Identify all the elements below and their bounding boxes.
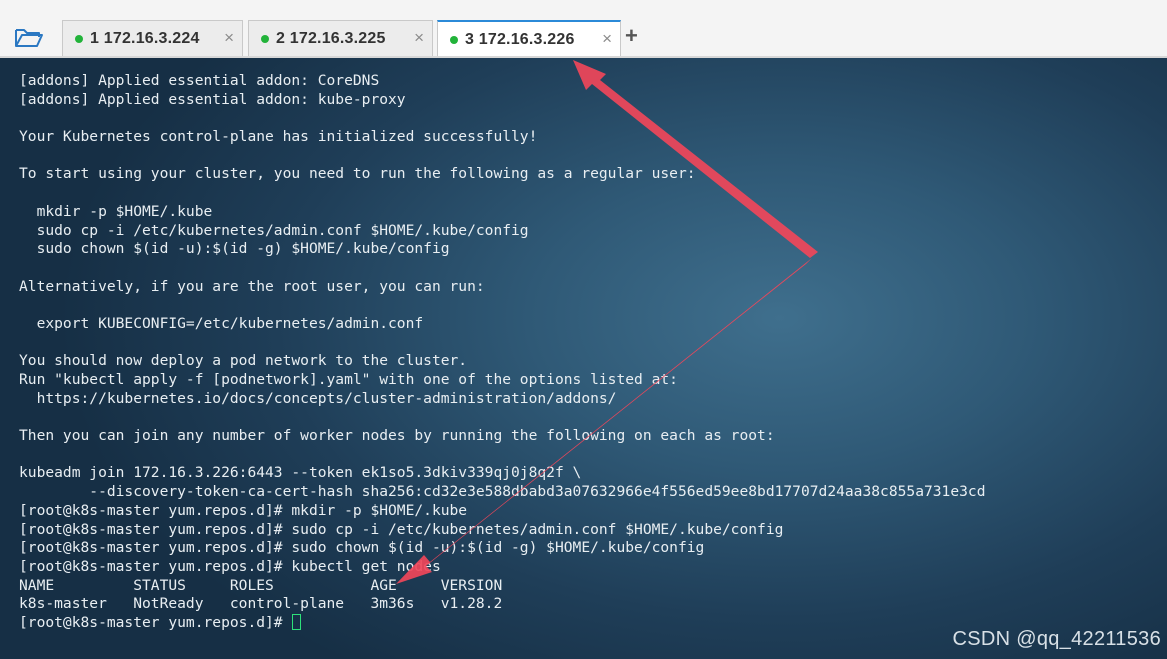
terminal-line: [addons] Applied essential addon: kube-p… <box>19 90 406 108</box>
folder-open-icon[interactable] <box>14 26 44 50</box>
terminal-line: mkdir -p $HOME/.kube <box>19 202 213 220</box>
terminal-line: To start using your cluster, you need to… <box>19 165 696 183</box>
terminal-line: sudo cp -i /etc/kubernetes/admin.conf $H… <box>19 221 529 239</box>
tab-session-3[interactable]: 3 172.16.3.226 × <box>437 20 621 57</box>
add-tab-button[interactable]: + <box>625 25 638 47</box>
terminal-line: [root@k8s-master yum.repos.d]# sudo chow… <box>19 539 705 557</box>
terminal-line: [addons] Applied essential addon: CoreDN… <box>19 72 380 89</box>
tab-session-1[interactable]: 1 172.16.3.224 × <box>62 20 243 56</box>
text-cursor <box>292 613 302 630</box>
close-tab-icon[interactable]: × <box>224 29 234 47</box>
connected-status-icon <box>450 35 458 44</box>
tab-session-2[interactable]: 2 172.16.3.225 × <box>248 20 433 56</box>
watermark: CSDN @qq_42211536 <box>952 628 1161 650</box>
terminal-line: NAME STATUS ROLES AGE VERSION <box>19 576 503 594</box>
terminal-line: k8s-master NotReady control-plane 3m36s … <box>19 595 503 613</box>
tab-bar: 1 172.16.3.224 × 2 172.16.3.225 × 3 172.… <box>0 0 1167 57</box>
terminal-line: [root@k8s-master yum.repos.d]# mkdir -p … <box>19 501 468 519</box>
terminal-text: [addons] Applied essential addon: CoreDN… <box>19 72 985 633</box>
terminal-line: export KUBECONFIG=/etc/kubernetes/admin.… <box>19 314 424 332</box>
terminal-line: sudo chown $(id -u):$(id -g) $HOME/.kube… <box>19 240 450 258</box>
close-tab-icon[interactable]: × <box>602 30 612 48</box>
connected-status-icon <box>261 34 269 43</box>
terminal-line: https://kubernetes.io/docs/concepts/clus… <box>19 389 617 407</box>
close-tab-icon[interactable]: × <box>414 29 424 47</box>
terminal-line: [root@k8s-master yum.repos.d]# sudo cp -… <box>19 520 784 538</box>
terminal-line: Run "kubectl apply -f [podnetwork].yaml"… <box>19 371 678 388</box>
terminal-line: Your Kubernetes control-plane has initia… <box>19 128 538 146</box>
terminal-line: Then you can join any number of worker n… <box>19 427 775 445</box>
terminal-line: Alternatively, if you are the root user,… <box>19 277 485 295</box>
connected-status-icon <box>75 34 83 43</box>
terminal-line: You should now deploy a pod network to t… <box>19 352 468 370</box>
terminal-line: kubeadm join 172.16.3.226:6443 --token e… <box>19 464 582 482</box>
terminal-line: --discovery-token-ca-cert-hash sha256:cd… <box>19 483 986 501</box>
shell-prompt: [root@k8s-master yum.repos.d]# <box>19 613 292 631</box>
terminal-output[interactable]: [addons] Applied essential addon: CoreDN… <box>0 58 1167 659</box>
terminal-line: [root@k8s-master yum.repos.d]# kubectl g… <box>19 557 441 575</box>
terminal-prompt-line[interactable]: [root@k8s-master yum.repos.d]# <box>19 613 985 633</box>
